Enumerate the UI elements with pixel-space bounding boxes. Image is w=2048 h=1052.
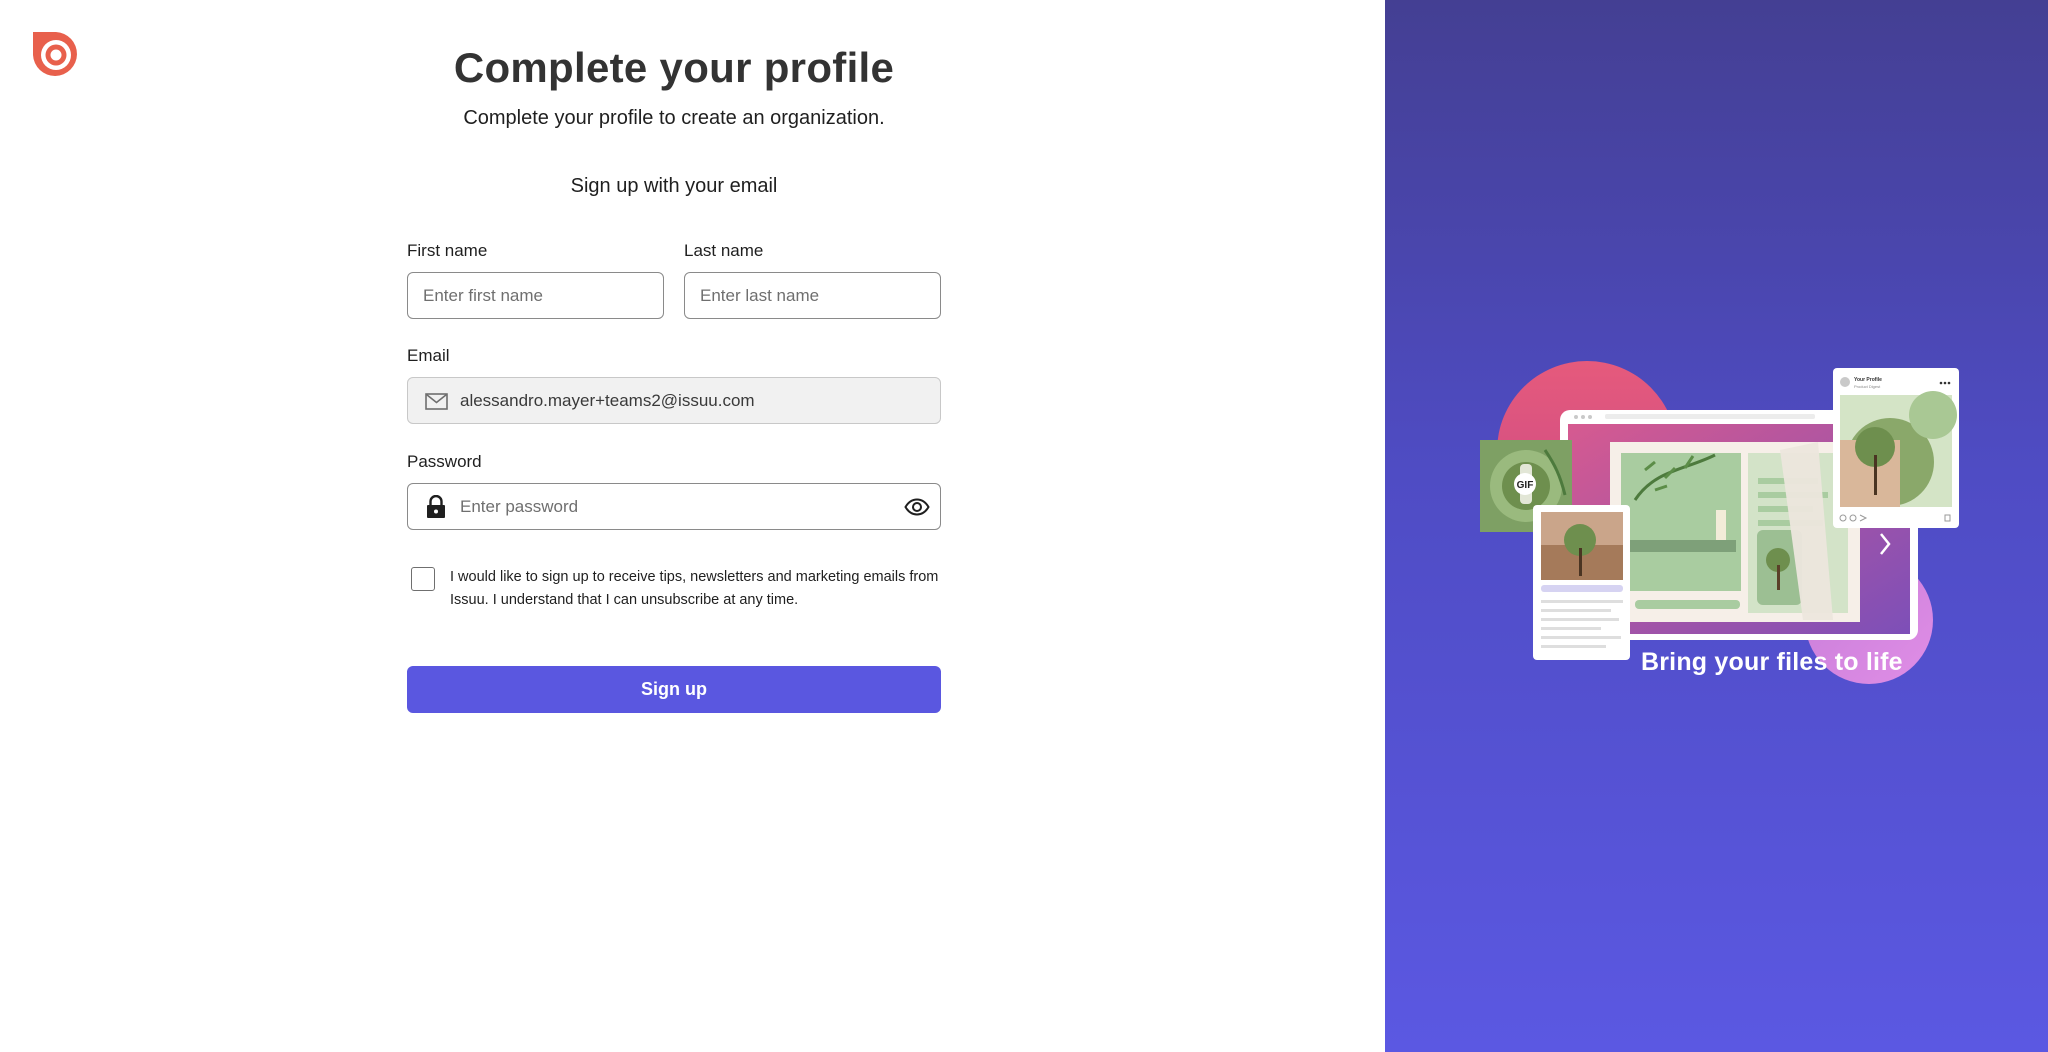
password-input[interactable] [407, 483, 941, 530]
promo-tagline: Bring your files to life [1641, 648, 1903, 676]
email-label: Email [407, 346, 450, 365]
page-title: Complete your profile [453, 44, 895, 91]
last-name-input[interactable] [684, 272, 941, 319]
promo-panel: GIF Your Profile Product Digest Bring yo… [1385, 0, 2048, 1052]
last-name-label: Last name [684, 241, 764, 260]
issuu-logo[interactable] [29, 28, 82, 81]
mail-icon [424, 390, 448, 412]
signup-panel: Complete your profile Complete your prof… [0, 0, 1385, 1052]
first-name-input[interactable] [407, 272, 664, 319]
password-label: Password [407, 452, 482, 471]
marketing-consent-text: I would like to sign up to receive tips,… [450, 569, 939, 608]
email-input [407, 377, 941, 424]
profile-card-title: Your Profile [1854, 377, 1882, 383]
section-title: Sign up with your email [570, 175, 778, 197]
promo-illustration: GIF Your Profile Product Digest [1480, 361, 1959, 684]
profile-card-subtitle: Product Digest [1854, 384, 1881, 389]
eye-icon[interactable] [903, 494, 931, 519]
gif-badge-text: GIF [1517, 480, 1534, 491]
marketing-consent-checkbox[interactable] [411, 567, 435, 591]
lock-icon [425, 494, 447, 519]
page-subtitle: Complete your profile to create an organ… [463, 107, 885, 129]
sign-up-button[interactable]: Sign up [407, 666, 941, 713]
first-name-label: First name [407, 241, 488, 260]
